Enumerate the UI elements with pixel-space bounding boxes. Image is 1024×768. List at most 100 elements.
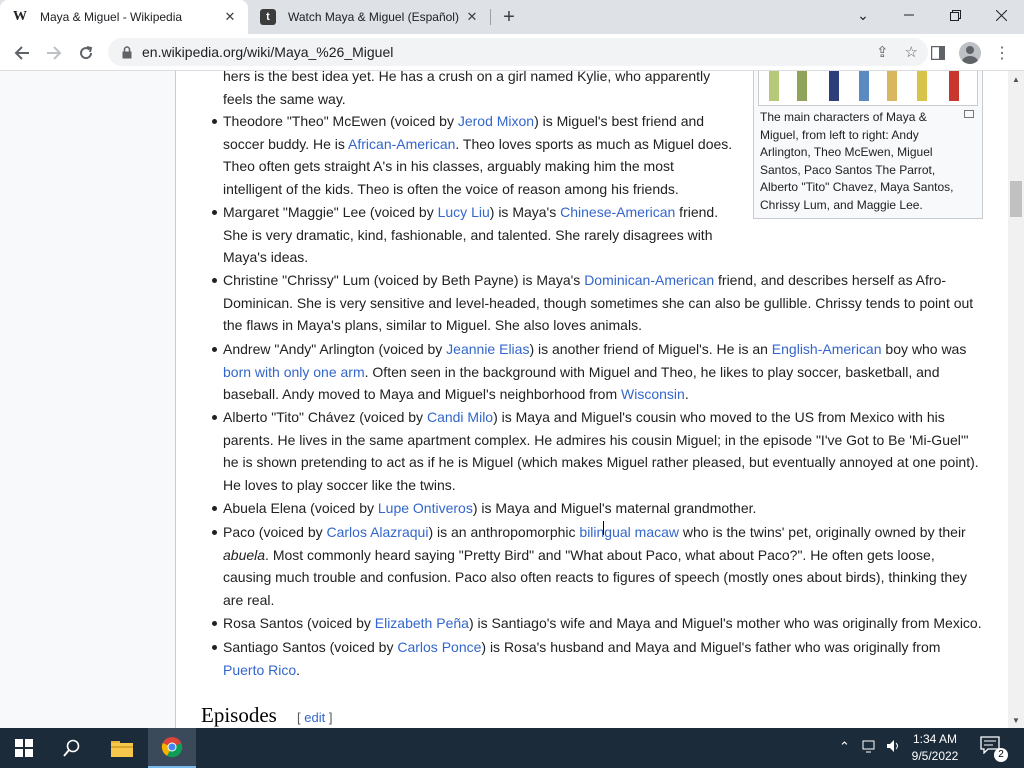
link[interactable]: Puerto Rico <box>223 662 296 678</box>
bullet <box>212 645 217 650</box>
list-item: Santiago Santos (voiced by Carlos Ponce)… <box>223 639 941 678</box>
article-content: The main characters of Maya & Miguel, fr… <box>177 71 1008 728</box>
list-item: Andrew "Andy" Arlington (voiced by Jeann… <box>223 341 967 402</box>
bullet <box>212 415 217 420</box>
url-text[interactable]: en.wikipedia.org/wiki/Maya_%26_Miguel <box>142 44 393 60</box>
close-icon <box>995 9 1007 21</box>
tab-strip: W Maya & Miguel - Wikipedia ✕ t Watch Ma… <box>0 0 1024 34</box>
folder-icon <box>111 741 133 757</box>
tab-search-icon[interactable]: ⌄ <box>840 0 886 30</box>
link[interactable]: African-American <box>348 136 455 152</box>
link[interactable]: Elizabeth Peña <box>375 615 469 631</box>
wikipedia-sidebar <box>0 71 176 728</box>
list-item: Alberto "Tito" Chávez (voiced by Candi M… <box>223 409 979 493</box>
vertical-scrollbar[interactable]: ▲ ▼ <box>1008 71 1024 728</box>
section-heading: Episodes <box>201 703 277 727</box>
clock-date: 9/5/2022 <box>911 749 959 763</box>
reload-icon <box>80 46 93 60</box>
minimize-icon <box>904 14 914 16</box>
link[interactable]: bilingual macaw <box>579 524 679 540</box>
bullet <box>212 210 217 215</box>
thumbnail-caption: The main characters of Maya & Miguel, fr… <box>760 110 954 212</box>
link[interactable]: Wisconsin <box>621 386 685 402</box>
windows-taskbar: ⌃ 1:34 AM 9/5/2022 2 <box>0 728 1024 768</box>
new-tab-button[interactable]: + <box>497 6 521 28</box>
lock-icon[interactable] <box>120 45 134 59</box>
link[interactable]: Dominican-American <box>584 272 714 288</box>
profile-button[interactable] <box>956 39 984 67</box>
file-explorer-button[interactable] <box>98 728 146 768</box>
forward-button[interactable] <box>40 39 68 67</box>
volume-icon[interactable] <box>886 739 902 756</box>
bullet <box>212 278 217 283</box>
link[interactable]: born with only one arm <box>223 364 365 380</box>
link[interactable]: Carlos Alazraqui <box>327 524 429 540</box>
scroll-down-icon[interactable]: ▼ <box>1008 712 1024 728</box>
chrome-icon <box>161 737 183 758</box>
edit-link[interactable]: edit <box>304 710 325 725</box>
clock-time: 1:34 AM <box>912 732 958 746</box>
forward-arrow-icon <box>47 46 62 60</box>
restore-icon <box>949 9 961 21</box>
list-item: Rosa Santos (voiced by Elizabeth Peña) i… <box>223 615 982 631</box>
character-thumbnail: The main characters of Maya & Miguel, fr… <box>753 71 983 219</box>
browser-toolbar: en.wikipedia.org/wiki/Maya_%26_Miguel ⇪ … <box>0 34 1024 71</box>
link[interactable]: Lupe Ontiveros <box>378 500 473 516</box>
chevron-up-icon[interactable]: ⌃ <box>839 739 850 755</box>
list-item: Christine "Chrissy" Lum (voiced by Beth … <box>223 272 974 333</box>
tab-wikipedia[interactable]: W Maya & Miguel - Wikipedia ✕ <box>0 0 248 34</box>
avatar <box>959 42 981 64</box>
start-button[interactable] <box>0 728 48 768</box>
bullet <box>212 347 217 352</box>
menu-button[interactable]: ⋮ <box>988 39 1016 67</box>
link[interactable]: Candi Milo <box>427 409 493 425</box>
tab-watch[interactable]: t Watch Maya & Miguel (Español) ✕ <box>250 0 490 34</box>
list-item: Paco (voiced by Carlos Alazraqui) is an … <box>223 524 967 608</box>
chrome-taskbar-button[interactable] <box>148 728 196 768</box>
link[interactable]: Lucy Liu <box>438 204 490 220</box>
minimize-button[interactable] <box>886 0 932 30</box>
close-window-button[interactable] <box>978 0 1024 30</box>
tab-close-icon[interactable]: ✕ <box>220 7 240 27</box>
address-bar[interactable]: en.wikipedia.org/wiki/Maya_%26_Miguel ⇪ … <box>108 38 928 66</box>
notification-center-button[interactable]: 2 <box>980 736 1008 762</box>
scroll-up-icon[interactable]: ▲ <box>1008 71 1024 87</box>
bookmark-star-icon[interactable]: ☆ <box>905 43 918 61</box>
windows-logo-icon <box>15 739 33 757</box>
list-item: Theodore "Theo" McEwen (voiced by Jerod … <box>223 113 733 197</box>
link[interactable]: English-American <box>772 341 882 357</box>
back-arrow-icon <box>14 46 29 60</box>
edit-section: [ edit ] <box>297 710 333 725</box>
reload-button[interactable] <box>72 39 100 67</box>
list-item: Abuela Elena (voiced by Lupe Ontiveros) … <box>223 500 757 516</box>
network-icon[interactable] <box>862 739 878 756</box>
system-clock[interactable]: 1:34 AM 9/5/2022 <box>905 731 965 765</box>
tab-close-icon[interactable]: ✕ <box>462 7 482 27</box>
bullet <box>212 506 217 511</box>
tab-separator <box>490 9 491 25</box>
site-favicon-icon: t <box>260 9 276 25</box>
search-button[interactable] <box>48 728 96 768</box>
list-item-continuation: hers is the best idea yet. He has a crus… <box>223 71 711 107</box>
tab-title: Watch Maya & Miguel (Español) <box>288 10 459 24</box>
share-icon[interactable]: ⇪ <box>876 43 889 61</box>
search-icon <box>63 739 80 757</box>
more-vert-icon: ⋮ <box>994 45 1010 62</box>
list-item: Margaret "Maggie" Lee (voiced by Lucy Li… <box>223 204 719 265</box>
link[interactable]: Carlos Ponce <box>397 639 481 655</box>
scroll-thumb[interactable] <box>1010 181 1022 217</box>
character-image[interactable] <box>758 71 978 106</box>
enlarge-icon[interactable] <box>964 110 974 118</box>
tab-title: Maya & Miguel - Wikipedia <box>40 10 183 24</box>
side-panel-icon <box>931 46 945 60</box>
link[interactable]: Jerod Mixon <box>458 113 534 129</box>
bullet <box>212 119 217 124</box>
link[interactable]: Chinese-American <box>560 204 675 220</box>
text-cursor <box>603 521 605 535</box>
bullet <box>212 530 217 535</box>
side-panel-button[interactable] <box>924 39 952 67</box>
link[interactable]: Jeannie Elias <box>446 341 529 357</box>
back-button[interactable] <box>8 39 36 67</box>
notification-count-badge: 2 <box>994 748 1008 762</box>
restore-button[interactable] <box>932 0 978 30</box>
